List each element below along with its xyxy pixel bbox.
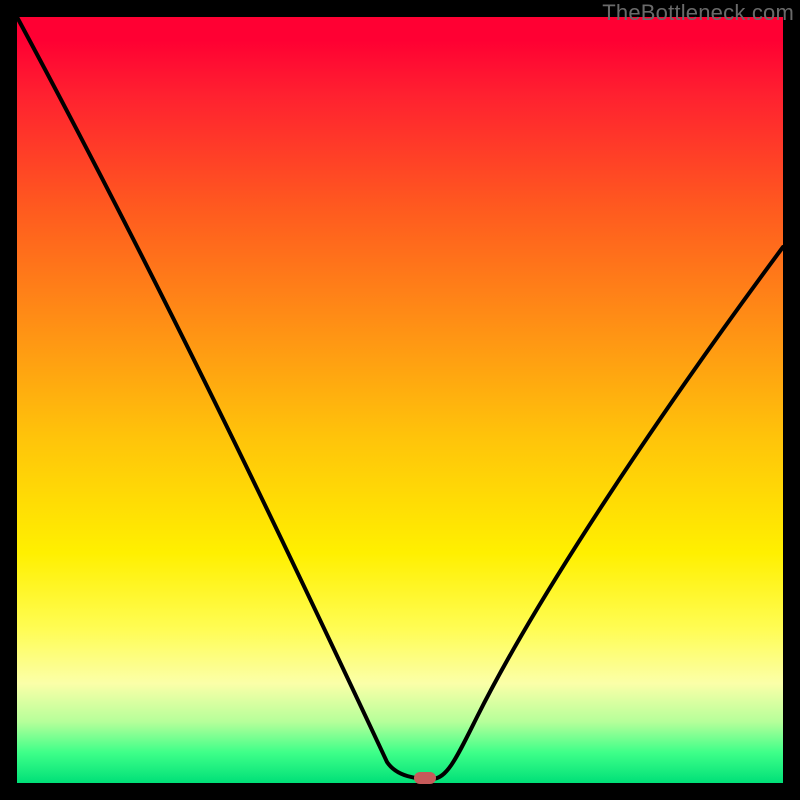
- curve-path: [17, 17, 783, 779]
- chart-frame: TheBottleneck.com: [0, 0, 800, 800]
- plot-area: [17, 17, 783, 783]
- bottleneck-curve: [17, 17, 783, 783]
- min-marker: [414, 772, 436, 784]
- watermark-text: TheBottleneck.com: [602, 0, 794, 26]
